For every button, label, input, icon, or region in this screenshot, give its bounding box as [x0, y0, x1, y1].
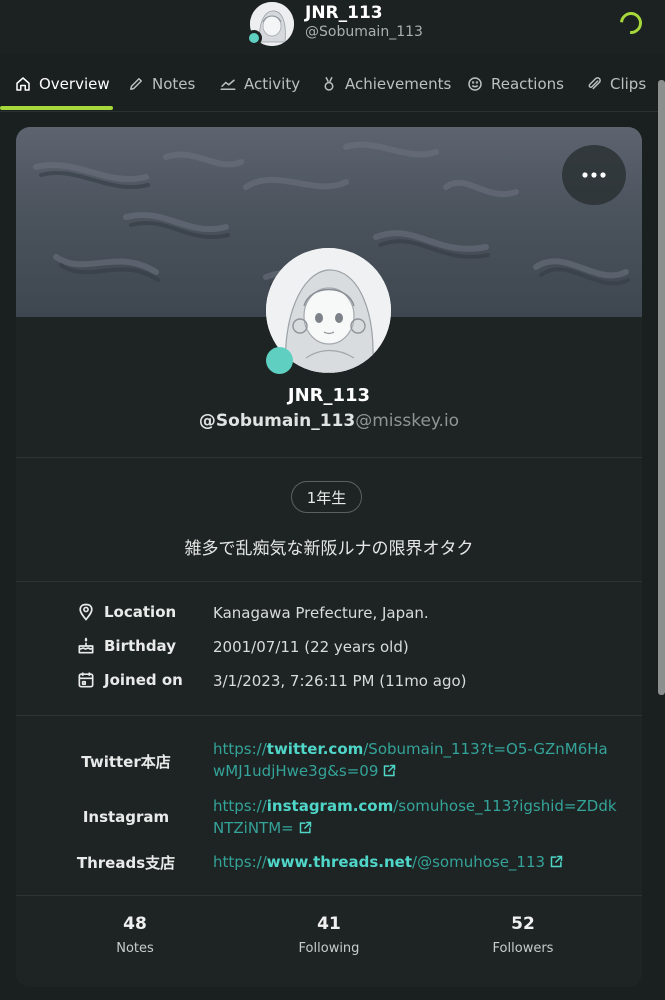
more-icon [582, 172, 606, 178]
online-status-dot [266, 347, 293, 374]
divider [16, 715, 642, 716]
paperclip-icon [588, 77, 601, 90]
profile-username: @Sobumain_113 [198, 411, 356, 431]
profile-tabs: Overview Notes Activity Achievements Rea… [0, 60, 665, 112]
link-label: Threads支店 [76, 854, 176, 872]
profile-host: @misskey.io [355, 411, 460, 431]
field-joined: Joined on 3/1/2023, 7:26:11 PM (11mo ago… [16, 670, 642, 696]
tab-label: Clips [610, 75, 647, 93]
profile-name: JNR_113 [287, 385, 371, 406]
field-label: Joined on [76, 670, 183, 690]
profile-bio: 雑多で乱痴気な新阪ルナの限界オタク [184, 539, 474, 559]
smile-icon [468, 77, 482, 91]
field-location: Location Kanagawa Prefecture, Japan. [16, 602, 642, 628]
tab-overview[interactable]: Overview [14, 60, 110, 108]
calendar-icon [78, 672, 94, 688]
stat-following[interactable]: 41 Following [239, 914, 419, 956]
tab-achievements[interactable]: Achievements [320, 60, 451, 108]
external-link-icon [384, 764, 396, 777]
profile-handle: @Sobumain_113@misskey.io [16, 411, 642, 431]
active-tab-indicator [0, 106, 113, 110]
link-twitter[interactable]: https://twitter.com/Sobumain_113?t=O5-GZ… [213, 738, 618, 782]
home-icon [16, 77, 30, 91]
divider [16, 581, 642, 582]
link-label: Twitter本店 [81, 753, 171, 771]
header-handle: @Sobumain_113 [305, 24, 423, 40]
link-threads[interactable]: https://www.threads.net/@somuhose_113 [213, 851, 618, 873]
tab-activity[interactable]: Activity [219, 60, 300, 108]
field-value: Kanagawa Prefecture, Japan. [213, 604, 429, 622]
more-options-button[interactable] [562, 145, 626, 205]
online-status-dot [246, 30, 262, 46]
tab-notes[interactable]: Notes [127, 60, 195, 108]
divider [16, 457, 642, 458]
tab-label: Overview [39, 75, 110, 93]
profile-card: JNR_113 @Sobumain_113@misskey.io 1年生 雑多で… [16, 127, 642, 987]
tab-reactions[interactable]: Reactions [466, 60, 564, 108]
pencil-icon [130, 78, 142, 90]
external-link-icon [550, 855, 563, 868]
stat-followers[interactable]: 52 Followers [433, 914, 613, 956]
tab-label: Activity [244, 75, 301, 93]
chart-icon [220, 79, 236, 90]
tab-label: Achievements [345, 75, 452, 93]
external-link-icon [299, 821, 311, 834]
loading-spinner-icon [615, 7, 647, 39]
scrollbar[interactable] [658, 80, 665, 695]
field-birthday: Birthday 2001/07/11 (22 years old) [16, 636, 642, 662]
medal-icon [324, 76, 334, 91]
stat-notes[interactable]: 48 Notes [45, 914, 225, 956]
divider [16, 895, 642, 896]
map-pin-icon [79, 603, 93, 621]
field-value: 2001/07/11 (22 years old) [213, 638, 409, 656]
link-label: Instagram [82, 808, 170, 826]
link-instagram[interactable]: https://instagram.com/somuhose_113?igshi… [213, 795, 618, 839]
cake-icon [78, 637, 94, 654]
tab-clips[interactable]: Clips [585, 60, 646, 108]
tab-label: Notes [152, 75, 196, 93]
role-badge[interactable]: 1年生 [291, 481, 362, 513]
header-name: JNR_113 [305, 3, 383, 23]
field-label: Location [76, 602, 176, 622]
tab-label: Reactions [491, 75, 564, 93]
field-label: Birthday [76, 636, 176, 656]
page-header: JNR_113 @Sobumain_113 [0, 0, 665, 54]
field-value: 3/1/2023, 7:26:11 PM (11mo ago) [213, 672, 467, 690]
